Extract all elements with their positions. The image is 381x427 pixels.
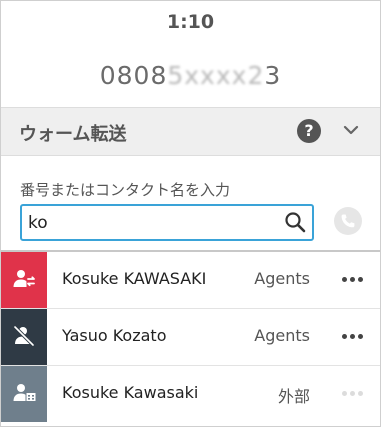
contact-type: Agents [254,326,310,345]
contact-name: Kosuke KAWASAKI [62,269,207,288]
phone-icon [341,214,355,228]
agent-offline-icon [13,325,35,347]
contact-row[interactable]: Kosuke KAWASAKI Agents [1,252,380,309]
contact-name: Kosuke Kawasaki [62,383,199,402]
help-icon[interactable]: ? [297,119,321,143]
call-timer: 1:10 [166,11,215,33]
contact-row[interactable]: Kosuke Kawasaki 外部 [1,366,380,422]
agent-transfer-icon [13,270,35,287]
call-button[interactable] [334,207,362,235]
more-options-icon [342,391,364,397]
call-number-masked: 5xxxx2 [167,61,265,90]
external-contact-icon [13,384,36,401]
more-options-icon[interactable] [342,334,364,340]
section-title: ウォーム転送 [19,124,127,145]
more-options-icon[interactable] [342,277,364,283]
warm-transfer-header[interactable]: ウォーム転送 ? [1,107,380,156]
search-input[interactable] [22,206,284,239]
contact-type: Agents [254,269,310,288]
call-number: 08085xxxx23 [1,61,380,90]
contact-type: 外部 [277,387,310,406]
contact-name: Yasuo Kozato [62,326,167,345]
search-prompt: 番号またはコンタクト名を入力 [20,181,231,199]
call-number-visible: 0808 [99,61,168,90]
avatar [1,309,47,365]
transfer-panel: 1:10 08085xxxx23 ウォーム転送 ? 番号またはコンタクト名を入力 [0,0,381,427]
search-box [20,204,314,241]
avatar [1,366,47,422]
avatar [1,252,47,308]
search-icon[interactable] [284,211,306,233]
contact-row[interactable]: Yasuo Kozato Agents [1,309,380,366]
chevron-down-icon[interactable] [341,120,361,140]
call-number-tail: 3 [264,61,282,90]
